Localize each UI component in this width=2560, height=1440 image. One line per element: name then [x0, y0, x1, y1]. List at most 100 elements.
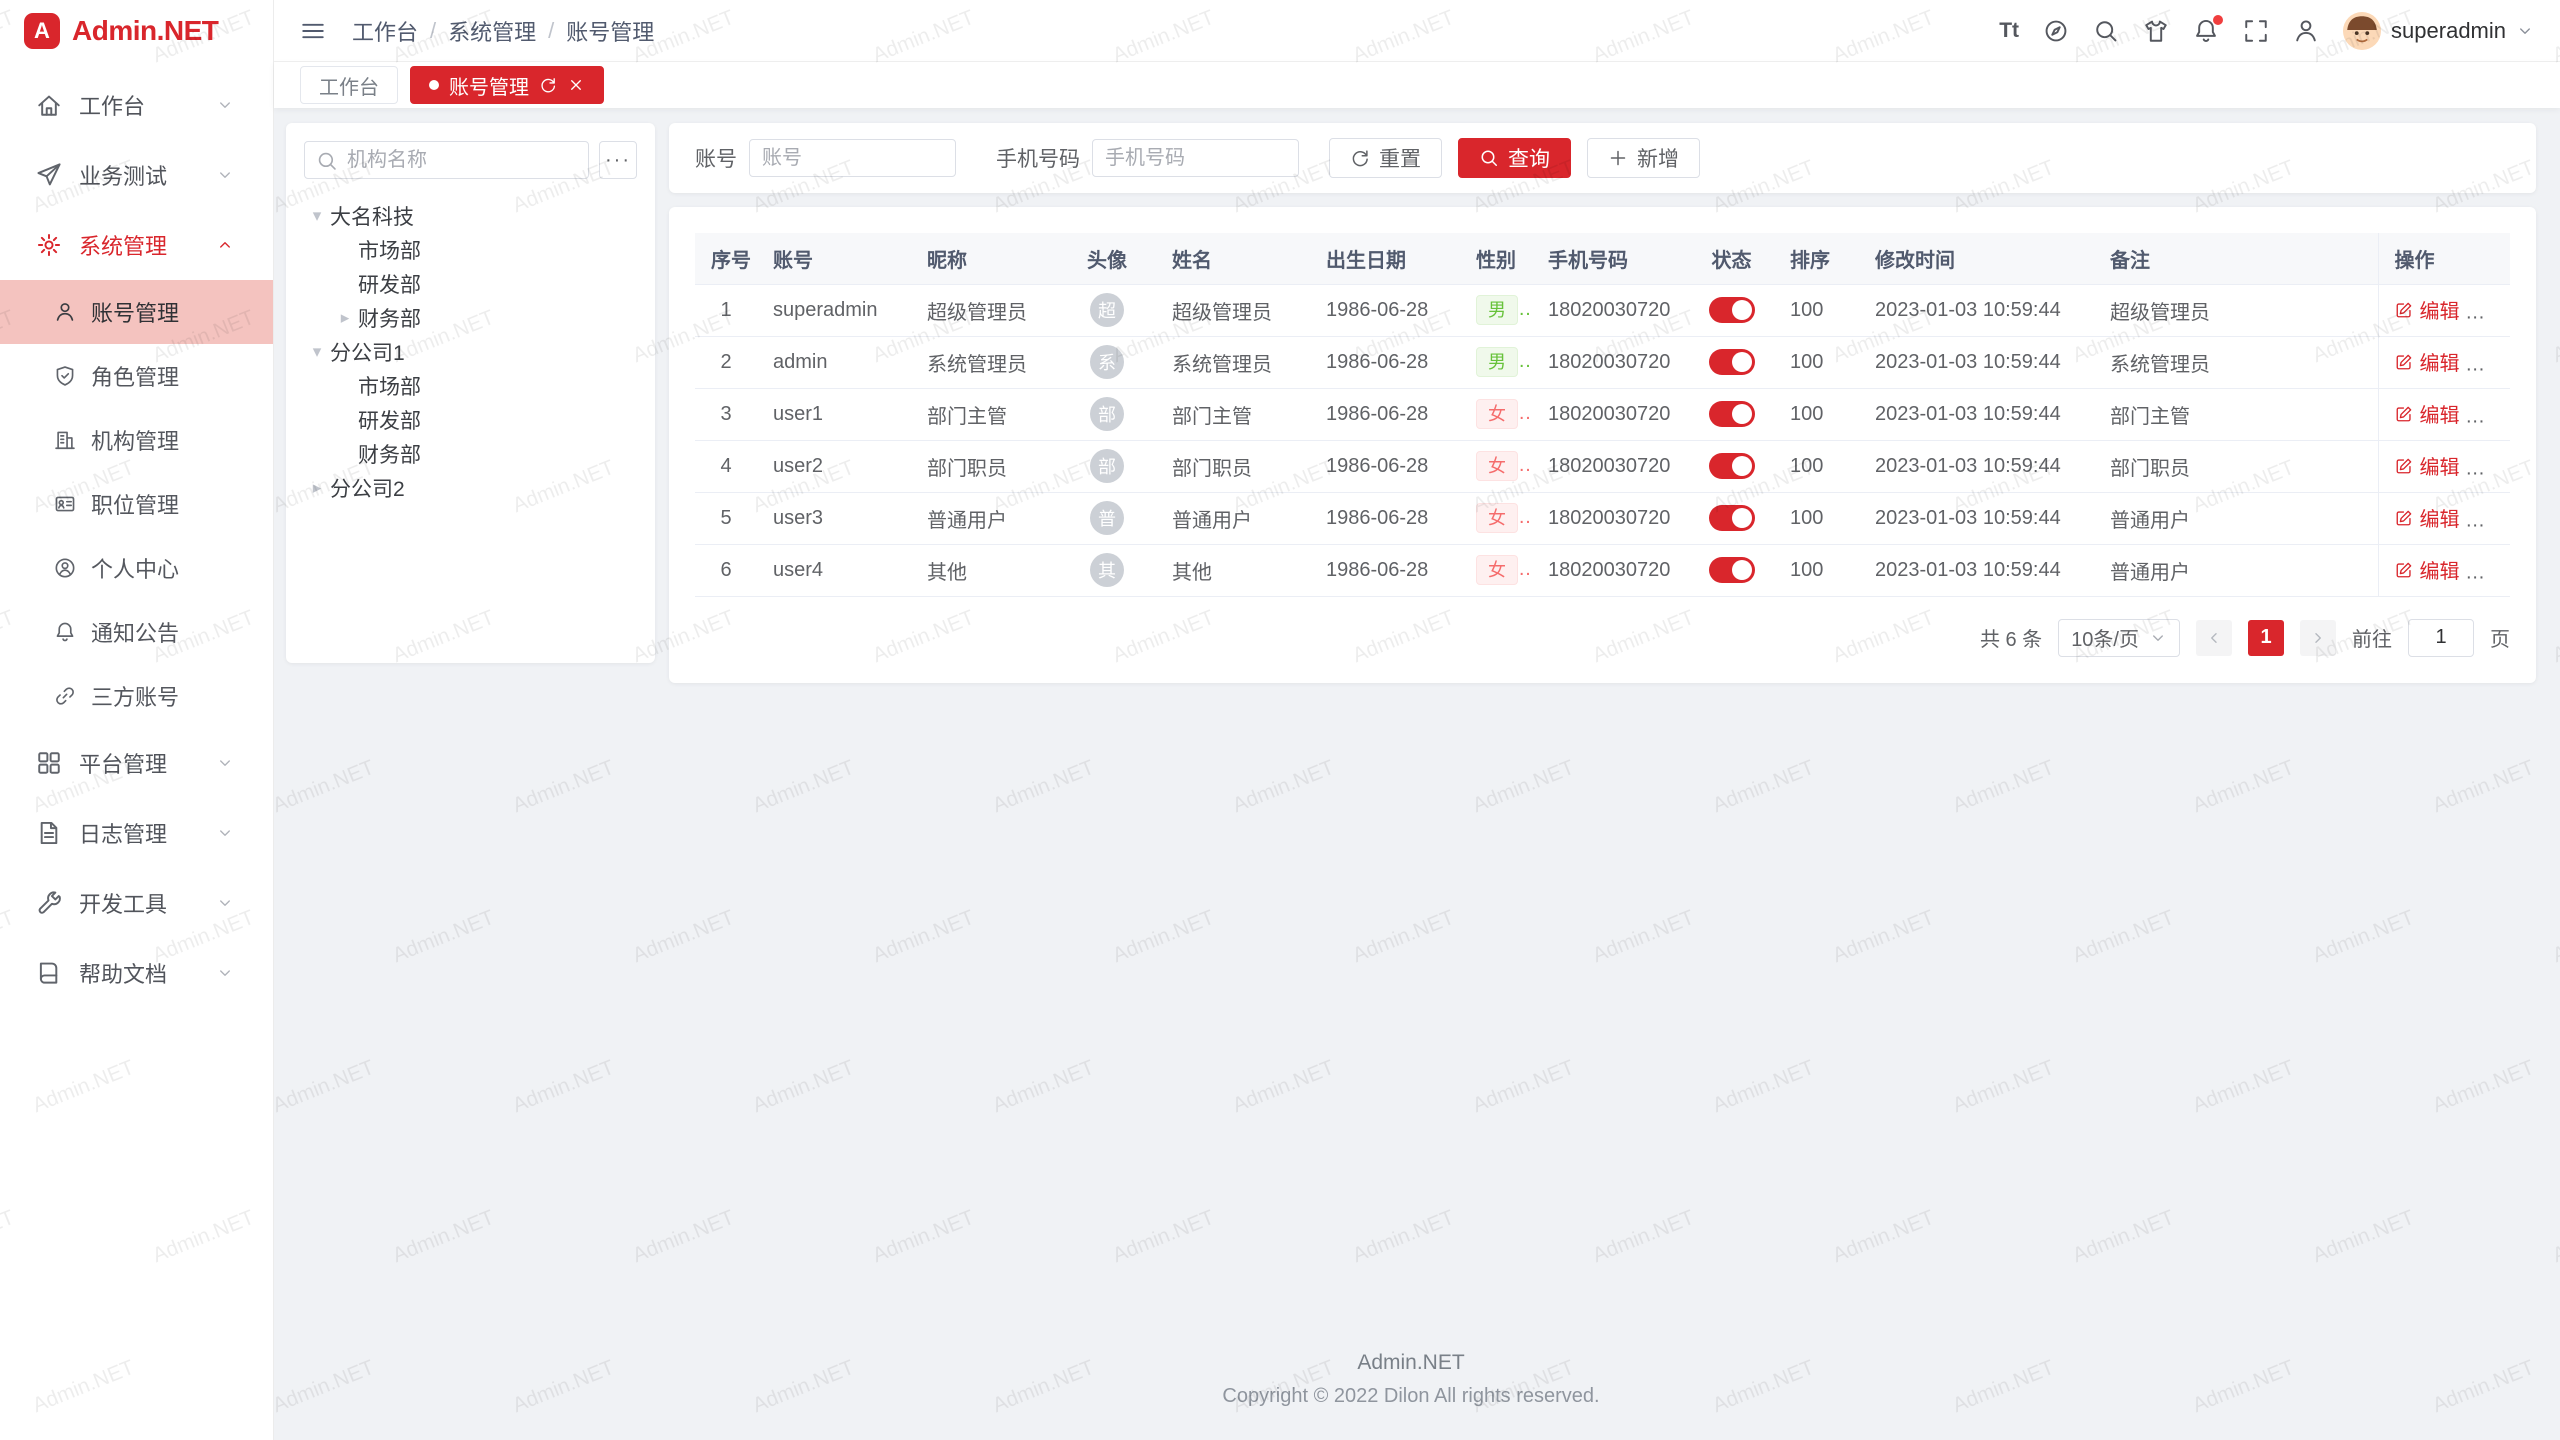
breadcrumb-item[interactable]: 工作台	[352, 15, 418, 47]
sidebar-item-system-mgmt[interactable]: 系统管理	[0, 210, 273, 280]
sidebar-item-account-mgmt[interactable]: 账号管理	[0, 280, 273, 344]
chevron-down-icon	[2149, 629, 2167, 647]
status-toggle[interactable]	[1709, 453, 1755, 479]
caret-right-icon[interactable]: ▸	[304, 478, 330, 498]
page-number-current[interactable]: 1	[2248, 620, 2284, 656]
caret-right-icon[interactable]: ▸	[332, 308, 358, 328]
reset-button-label: 重置	[1379, 143, 1421, 173]
status-toggle[interactable]	[1709, 505, 1755, 531]
cell-remark: 部门职员	[2094, 440, 2378, 492]
tree-node[interactable]: ▾ 大名科技	[304, 199, 637, 233]
sidebar-menu: 工作台 业务测试 系统管理 账号管理 角色管理	[0, 62, 273, 1008]
sidebar-item-platform-mgmt[interactable]: 平台管理	[0, 728, 273, 798]
gender-tag: 女	[1476, 503, 1518, 534]
sidebar-item-dev-tools[interactable]: 开发工具	[0, 868, 273, 938]
cell-name: 超级管理员	[1156, 284, 1310, 336]
tree-node[interactable]: 市场部	[304, 233, 637, 267]
close-icon[interactable]	[567, 76, 585, 94]
more-actions-icon[interactable]: ⋯	[2481, 354, 2502, 376]
footer-copyright: Copyright © 2022 Dilon All rights reserv…	[286, 1385, 2536, 1408]
edit-button[interactable]: 编辑	[2395, 555, 2460, 584]
sidebar-item-third-party-account[interactable]: 三方账号	[0, 664, 273, 728]
sidebar-item-label: 日志管理	[79, 817, 216, 849]
sidebar-item-business-test[interactable]: 业务测试	[0, 140, 273, 210]
more-actions-icon[interactable]: ⋯	[2481, 406, 2502, 428]
sidebar-item-profile-center[interactable]: 个人中心	[0, 536, 273, 600]
text-size-icon[interactable]: Tt	[1999, 19, 2019, 43]
refresh-icon[interactable]	[539, 76, 557, 94]
sidebar-item-help-docs[interactable]: 帮助文档	[0, 938, 273, 1008]
fullscreen-icon[interactable]	[2243, 18, 2269, 44]
tree-node[interactable]: ▾ 分公司1	[304, 335, 637, 369]
sidebar: A Admin.NET 工作台 业务测试 系统管理 账	[0, 0, 274, 1440]
add-button-label: 新增	[1637, 143, 1679, 173]
cell-gender: 女	[1460, 388, 1532, 440]
notification-icon[interactable]	[2193, 18, 2219, 44]
cell-status	[1689, 544, 1774, 596]
sidebar-item-org-mgmt[interactable]: 机构管理	[0, 408, 273, 472]
more-actions-icon[interactable]: ⋯	[2481, 302, 2502, 324]
tree-node[interactable]: ▸ 分公司2	[304, 471, 637, 505]
sidebar-item-workbench[interactable]: 工作台	[0, 70, 273, 140]
tree-node[interactable]: 研发部	[304, 267, 637, 301]
theme-icon[interactable]	[2143, 18, 2169, 44]
tree-node[interactable]: 财务部	[304, 437, 637, 471]
cell-phone: 18020030720	[1532, 440, 1689, 492]
org-search-input[interactable]	[304, 141, 589, 179]
wrench-icon	[36, 890, 62, 916]
page-size-select[interactable]: 10条/页	[2058, 619, 2180, 657]
compass-icon[interactable]	[2043, 18, 2069, 44]
account-filter-input[interactable]	[749, 139, 956, 177]
status-toggle[interactable]	[1709, 401, 1755, 427]
sidebar-item-notice[interactable]: 通知公告	[0, 600, 273, 664]
edit-button[interactable]: 编辑	[2395, 503, 2460, 532]
caret-down-icon[interactable]: ▾	[304, 342, 330, 362]
status-toggle[interactable]	[1709, 297, 1755, 323]
more-actions-icon[interactable]: ⋯	[2481, 458, 2502, 480]
query-button[interactable]: 查询	[1458, 138, 1571, 178]
next-page-button[interactable]	[2300, 620, 2336, 656]
logo[interactable]: A Admin.NET	[0, 0, 273, 62]
user-menu[interactable]: superadmin	[2343, 12, 2534, 50]
cell-phone: 18020030720	[1532, 388, 1689, 440]
reset-button[interactable]: 重置	[1329, 138, 1442, 178]
tree-more-button[interactable]: ···	[599, 141, 637, 179]
cell-order: 100	[1774, 284, 1859, 336]
chevron-down-icon	[216, 754, 234, 772]
add-button[interactable]: 新增	[1587, 138, 1700, 178]
tab-workbench[interactable]: 工作台	[300, 66, 398, 104]
sidebar-item-position-mgmt[interactable]: 职位管理	[0, 472, 273, 536]
cell-name: 普通用户	[1156, 492, 1310, 544]
more-actions-icon[interactable]: ⋯	[2481, 562, 2502, 584]
prev-page-button[interactable]	[2196, 620, 2232, 656]
edit-button[interactable]: 编辑	[2395, 451, 2460, 480]
col-header-name: 姓名	[1156, 233, 1310, 284]
cell-actions: 编辑 ⋯	[2378, 492, 2510, 544]
search-icon[interactable]	[2093, 18, 2119, 44]
edit-button[interactable]: 编辑	[2395, 347, 2460, 376]
sidebar-item-log-mgmt[interactable]: 日志管理	[0, 798, 273, 868]
tab-account-mgmt[interactable]: 账号管理	[410, 66, 604, 104]
cell-avatar: 超	[1058, 284, 1156, 336]
user-icon[interactable]	[2293, 18, 2319, 44]
breadcrumb-separator: /	[430, 18, 436, 44]
more-actions-icon[interactable]: ⋯	[2481, 510, 2502, 532]
hamburger-menu-icon[interactable]	[300, 18, 326, 44]
shield-icon	[54, 365, 76, 387]
status-toggle[interactable]	[1709, 349, 1755, 375]
tree-node[interactable]: ▸ 财务部	[304, 301, 637, 335]
edit-button[interactable]: 编辑	[2395, 295, 2460, 324]
tree-node[interactable]: 研发部	[304, 403, 637, 437]
plus-icon	[1608, 148, 1628, 168]
caret-down-icon[interactable]: ▾	[304, 206, 330, 226]
avatar: 超	[1090, 293, 1124, 327]
status-toggle[interactable]	[1709, 557, 1755, 583]
tree-node-label: 市场部	[358, 371, 421, 401]
edit-button[interactable]: 编辑	[2395, 399, 2460, 428]
cell-order: 100	[1774, 492, 1859, 544]
tree-node[interactable]: 市场部	[304, 369, 637, 403]
sidebar-item-role-mgmt[interactable]: 角色管理	[0, 344, 273, 408]
goto-page-input[interactable]	[2408, 619, 2474, 657]
phone-filter-input[interactable]	[1092, 139, 1299, 177]
breadcrumb-item[interactable]: 系统管理	[448, 15, 536, 47]
